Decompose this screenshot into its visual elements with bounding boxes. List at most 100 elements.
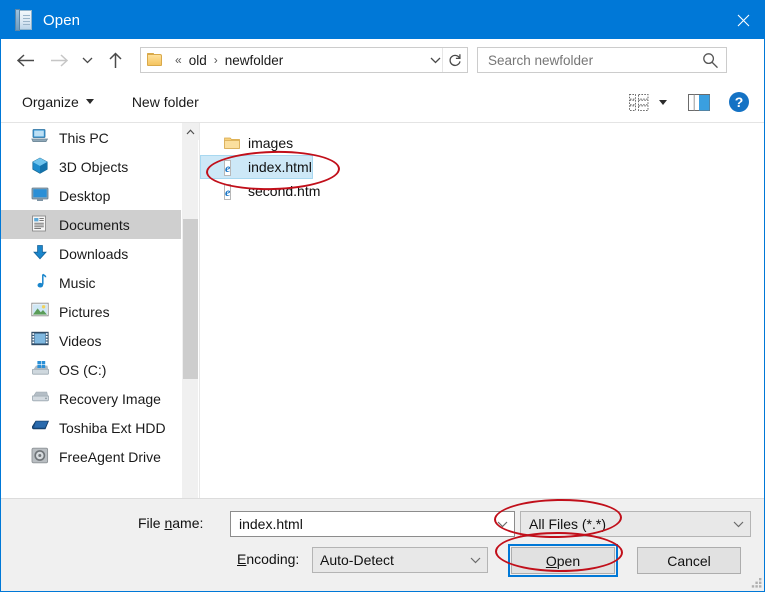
external-drive-icon xyxy=(31,447,51,467)
scroll-up-chevron-icon[interactable] xyxy=(182,123,199,140)
downloads-icon xyxy=(31,244,51,264)
file-type-filter-value: All Files (*.*) xyxy=(529,516,607,532)
window-title: Open xyxy=(43,11,81,29)
help-icon[interactable]: ? xyxy=(726,89,752,115)
sidebar-item-label: Downloads xyxy=(59,245,129,262)
sidebar-item-label: Documents xyxy=(59,216,130,233)
chevron-down-icon xyxy=(85,99,94,104)
open-file-dialog: Open « old › newfolder Search newfolder … xyxy=(0,0,765,592)
sidebar-item-desktop[interactable]: Desktop xyxy=(1,181,181,210)
sidebar-item-music[interactable]: Music xyxy=(1,268,181,297)
sidebar-item-label: Desktop xyxy=(59,187,111,204)
file-name-label: File name: xyxy=(138,515,204,531)
preview-pane-icon[interactable] xyxy=(684,91,714,113)
new-folder-label: New folder xyxy=(131,93,199,110)
close-icon[interactable] xyxy=(720,1,764,39)
sidebar-item-label: Toshiba Ext HDD xyxy=(59,419,166,436)
list-item[interactable]: e second.htm xyxy=(200,179,320,203)
sidebar-item-label: Recovery Image xyxy=(59,390,161,407)
sidebar-item-label: 3D Objects xyxy=(59,158,129,175)
documents-icon xyxy=(31,215,51,235)
sidebar-item-3d-objects[interactable]: 3D Objects xyxy=(1,152,181,181)
breadcrumb-overflow[interactable]: « xyxy=(170,53,187,67)
address-bar[interactable]: « old › newfolder xyxy=(140,47,468,73)
address-dropdown-chevron-icon[interactable] xyxy=(430,48,441,72)
new-folder-button[interactable]: New folder xyxy=(125,90,206,114)
resize-grip-icon[interactable] xyxy=(750,577,763,590)
encoding-and-buttons-row: Encoding: Auto-Detect Open Cancel xyxy=(1,544,764,577)
list-item[interactable]: images xyxy=(200,131,293,155)
list-item[interactable]: e index.html xyxy=(200,155,313,179)
open-button[interactable]: Open xyxy=(511,547,615,574)
file-name: images xyxy=(248,135,294,151)
sidebar-item-label: FreeAgent Drive xyxy=(59,448,161,465)
sidebar-item-label: Pictures xyxy=(59,303,110,320)
encoding-combo[interactable]: Auto-Detect xyxy=(312,547,488,573)
file-type-chevron-down-icon[interactable] xyxy=(733,512,744,536)
sidebar-item-toshiba-ext-hdd[interactable]: Toshiba Ext HDD xyxy=(1,413,181,442)
sidebar-item-label: Music xyxy=(59,274,96,291)
pictures-icon xyxy=(31,302,51,322)
svg-text:?: ? xyxy=(735,94,744,110)
sidebar-item-videos[interactable]: Videos xyxy=(1,326,181,355)
search-box[interactable] xyxy=(477,47,727,73)
file-name-chevron-down-icon[interactable] xyxy=(497,512,508,536)
drive-icon xyxy=(31,389,51,409)
sidebar-item-documents[interactable]: Documents xyxy=(1,210,181,239)
encoding-chevron-down-icon[interactable] xyxy=(470,548,481,572)
view-mode-chevron-down-icon[interactable] xyxy=(652,91,674,113)
desktop-icon xyxy=(31,186,51,206)
sidebar-item-label: Videos xyxy=(59,332,102,349)
sidebar-item-freeagent-drive[interactable]: FreeAgent Drive xyxy=(1,442,181,471)
file-list-view[interactable]: images e index.html e second.htm xyxy=(199,123,764,498)
folder-icon xyxy=(147,53,163,67)
videos-icon xyxy=(31,331,51,351)
encoding-label: Encoding: xyxy=(237,551,300,567)
scrollbar-thumb[interactable] xyxy=(183,219,198,379)
sidebar-item-label: This PC xyxy=(59,129,109,146)
breadcrumb-item-old[interactable]: old xyxy=(187,53,209,68)
music-icon xyxy=(31,273,51,293)
sidebar-item-recovery-image[interactable]: Recovery Image xyxy=(1,384,181,413)
notepad-icon xyxy=(14,9,34,31)
navigation-pane: This PC 3D Objects Desktop Documents Dow… xyxy=(1,123,181,498)
file-name-combo[interactable] xyxy=(230,511,515,537)
file-name: second.htm xyxy=(248,183,321,199)
cancel-button-label: Cancel xyxy=(667,552,711,569)
file-type-filter-combo[interactable]: All Files (*.*) xyxy=(520,511,751,537)
recent-locations-chevron-icon[interactable] xyxy=(76,45,98,75)
breadcrumb-separator: › xyxy=(213,53,218,67)
back-arrow-icon[interactable] xyxy=(10,45,40,75)
title-bar: Open xyxy=(1,1,764,39)
navigation-bar: « old › newfolder xyxy=(1,39,764,81)
breadcrumb-item-newfolder[interactable]: newfolder xyxy=(223,53,286,68)
search-input[interactable] xyxy=(486,49,691,71)
html-file-icon: e xyxy=(224,160,232,176)
file-name: index.html xyxy=(248,159,312,175)
command-bar: Organize New folder ? xyxy=(1,81,764,123)
3d-objects-icon xyxy=(31,157,51,177)
view-mode-icon[interactable] xyxy=(626,91,652,113)
external-drive-icon xyxy=(31,418,51,438)
search-icon[interactable] xyxy=(702,52,719,74)
forward-arrow-icon xyxy=(44,45,74,75)
sidebar-item-this-pc[interactable]: This PC xyxy=(1,123,181,152)
dialog-footer: File name: All Files (*.*) En xyxy=(1,498,764,591)
dialog-body: This PC 3D Objects Desktop Documents Dow… xyxy=(1,123,764,498)
drive-icon xyxy=(31,360,51,380)
cancel-button[interactable]: Cancel xyxy=(637,547,741,574)
file-name-input[interactable] xyxy=(237,513,487,535)
up-arrow-icon[interactable] xyxy=(100,45,130,75)
sidebar-scrollbar[interactable] xyxy=(181,123,199,498)
sidebar-item-label: OS (C:) xyxy=(59,361,107,378)
sidebar-item-downloads[interactable]: Downloads xyxy=(1,239,181,268)
sidebar-item-os-c[interactable]: OS (C:) xyxy=(1,355,181,384)
sidebar-item-pictures[interactable]: Pictures xyxy=(1,297,181,326)
html-file-icon: e xyxy=(224,184,232,200)
encoding-value: Auto-Detect xyxy=(320,552,394,568)
organize-button[interactable]: Organize xyxy=(15,90,101,114)
refresh-icon[interactable] xyxy=(442,48,467,72)
folder-icon xyxy=(224,135,240,151)
file-name-row: File name: All Files (*.*) xyxy=(1,509,764,537)
this-pc-icon xyxy=(31,128,51,148)
